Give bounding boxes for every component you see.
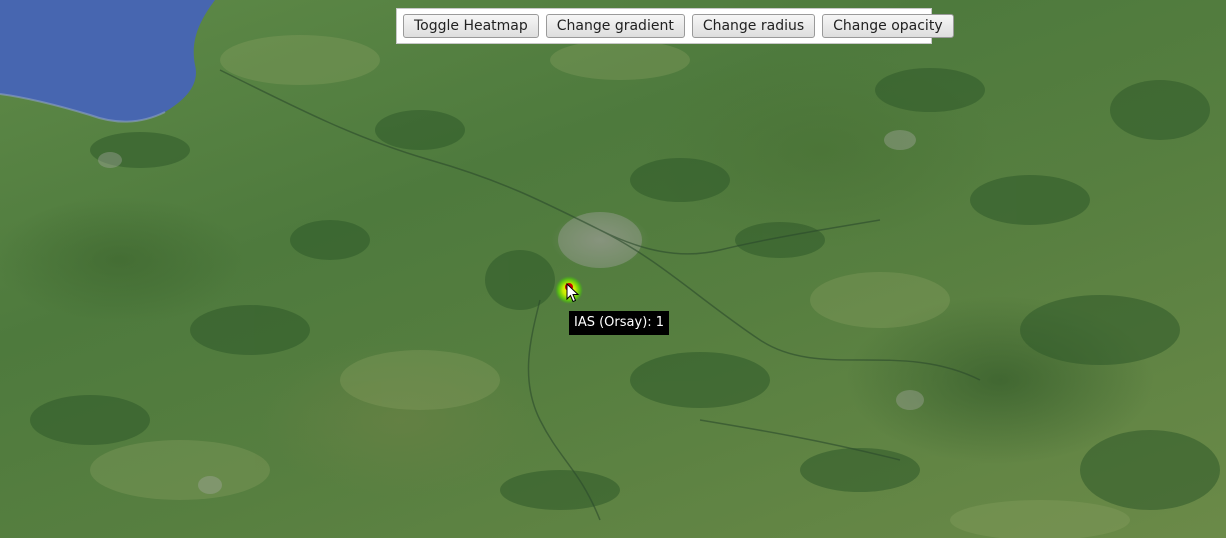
satellite-map[interactable] [0,0,1226,538]
sea-area [0,0,215,122]
change-radius-button[interactable]: Change radius [691,14,816,38]
heatmap-controls-panel: Toggle Heatmap Change gradient Change ra… [396,8,954,44]
arrow-cursor-icon [566,283,580,303]
change-opacity-button[interactable]: Change opacity [822,14,954,38]
terrain-layer [0,0,1220,538]
farmland-patches [90,35,1130,538]
toggle-heatmap-button[interactable]: Toggle Heatmap [403,14,539,38]
heatmap-tooltip: IAS (Orsay): 1 [569,311,670,335]
change-gradient-button[interactable]: Change gradient [545,14,685,38]
